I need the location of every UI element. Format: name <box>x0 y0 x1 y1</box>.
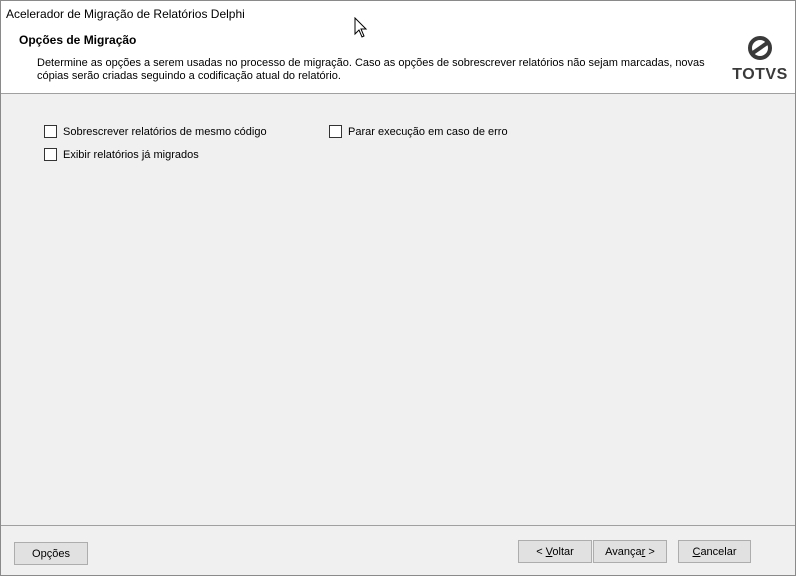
checkbox-box[interactable] <box>44 148 57 161</box>
totvs-logo: TOTVS <box>732 36 788 84</box>
next-button[interactable]: Avançar > <box>593 540 667 563</box>
back-button[interactable]: < Voltar <box>518 540 592 563</box>
checkbox-label: Parar execução em caso de erro <box>348 125 508 138</box>
checkbox-label: Sobrescrever relatórios de mesmo código <box>63 125 267 138</box>
show-migrated-checkbox[interactable]: Exibir relatórios já migrados <box>44 148 199 161</box>
page-description: Determine as opções a serem usadas no pr… <box>37 57 705 82</box>
logo-wordmark: TOTVS <box>732 66 788 83</box>
back-button-label: < Voltar <box>536 545 574 558</box>
stop-on-error-checkbox[interactable]: Parar execução em caso de erro <box>329 125 508 138</box>
checkbox-box[interactable] <box>329 125 342 138</box>
window-title: Acelerador de Migração de Relatórios Del… <box>6 7 245 21</box>
options-button[interactable]: Opções <box>14 542 88 565</box>
overwrite-reports-checkbox[interactable]: Sobrescrever relatórios de mesmo código <box>44 125 267 138</box>
wizard-window: Acelerador de Migração de Relatórios Del… <box>0 0 796 576</box>
wizard-header: Opções de Migração Determine as opções a… <box>1 27 795 94</box>
cancel-button-label: Cancelar <box>692 545 737 558</box>
title-bar[interactable]: Acelerador de Migração de Relatórios Del… <box>1 1 795 27</box>
checkbox-box[interactable] <box>44 125 57 138</box>
mouse-pointer-icon <box>354 17 368 38</box>
cancel-button[interactable]: Cancelar <box>678 540 751 563</box>
next-button-label: Avançar > <box>605 545 655 558</box>
wizard-footer: Opções < Voltar Avançar > Cancelar <box>1 525 795 575</box>
checkbox-label: Exibir relatórios já migrados <box>63 148 199 161</box>
page-title: Opções de Migração <box>19 33 137 47</box>
options-panel: Sobrescrever relatórios de mesmo código … <box>1 95 795 525</box>
options-button-label: Opções <box>32 547 70 560</box>
totvs-logo-icon <box>748 36 772 60</box>
